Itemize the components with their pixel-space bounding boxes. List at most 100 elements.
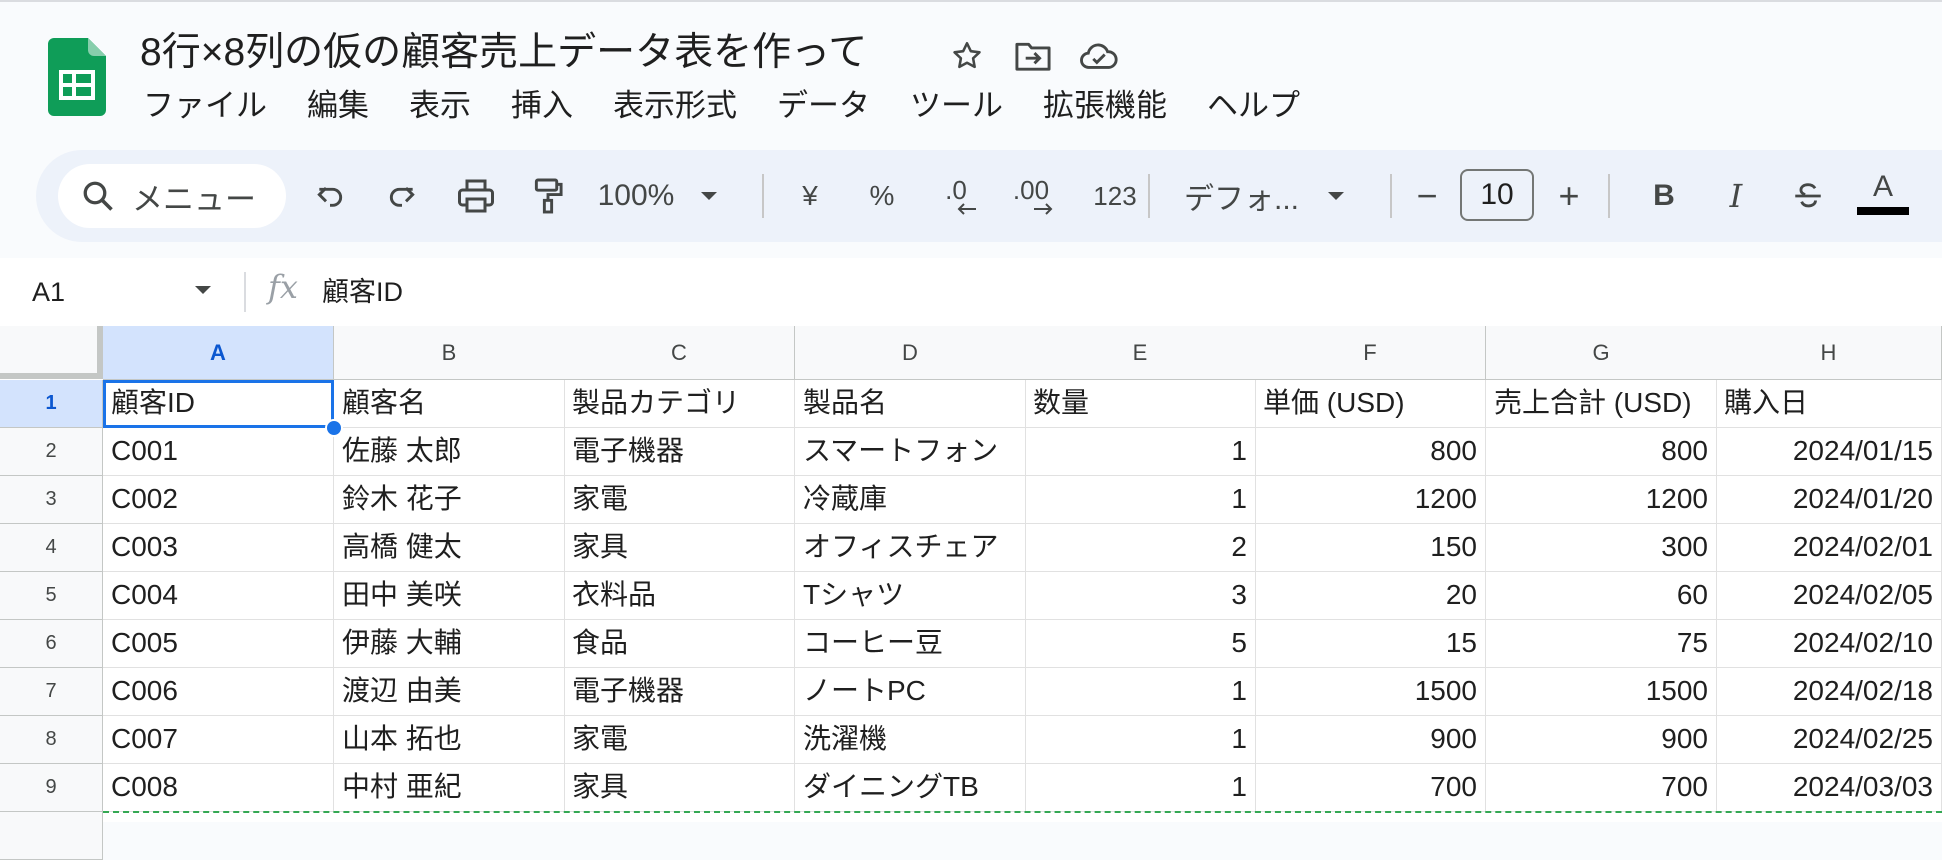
table-cell[interactable]: C006 xyxy=(103,668,334,716)
menu-insert[interactable]: 挿入 xyxy=(511,86,573,126)
table-cell[interactable]: 900 xyxy=(1486,716,1717,764)
table-cell[interactable]: 家電 xyxy=(564,476,795,524)
bold-button[interactable]: B xyxy=(1636,150,1692,242)
more-formats-button[interactable]: 123 xyxy=(1076,150,1154,242)
row-header-1[interactable]: 1 xyxy=(0,380,103,428)
table-cell[interactable]: 電子機器 xyxy=(564,668,795,716)
table-cell[interactable]: 1200 xyxy=(1255,476,1486,524)
table-cell[interactable]: ノートPC xyxy=(795,668,1026,716)
header-cell[interactable]: 購入日 xyxy=(1716,380,1942,428)
table-cell[interactable]: 2024/02/25 xyxy=(1716,716,1942,764)
cloud-saved-icon[interactable] xyxy=(1076,36,1122,76)
table-cell[interactable]: C004 xyxy=(103,572,334,620)
column-header-a[interactable]: A xyxy=(103,326,334,380)
column-header-h[interactable]: H xyxy=(1716,326,1942,380)
menu-edit[interactable]: 編集 xyxy=(307,86,369,126)
table-cell[interactable]: C005 xyxy=(103,620,334,668)
table-cell[interactable]: 800 xyxy=(1255,428,1486,476)
table-cell[interactable]: 60 xyxy=(1486,572,1717,620)
table-cell[interactable]: 電子機器 xyxy=(564,428,795,476)
table-cell[interactable]: 20 xyxy=(1255,572,1486,620)
column-header-f[interactable]: F xyxy=(1255,326,1486,380)
text-color-button[interactable]: A xyxy=(1848,150,1918,242)
undo-button[interactable] xyxy=(302,150,358,242)
decrease-decimal-button[interactable]: .0 xyxy=(926,150,986,242)
table-cell[interactable]: C003 xyxy=(103,524,334,572)
table-cell[interactable]: Tシャツ xyxy=(795,572,1026,620)
table-cell[interactable]: 家電 xyxy=(564,716,795,764)
column-header-e[interactable]: E xyxy=(1025,326,1256,380)
paint-format-button[interactable] xyxy=(520,150,576,242)
table-cell[interactable]: 伊藤 大輔 xyxy=(334,620,565,668)
table-cell[interactable]: 2024/02/01 xyxy=(1716,524,1942,572)
table-cell[interactable]: 佐藤 太郎 xyxy=(334,428,565,476)
increase-decimal-button[interactable]: .00 xyxy=(998,150,1064,242)
row-header-9[interactable]: 9 xyxy=(0,764,103,812)
redo-button[interactable] xyxy=(374,150,430,242)
menu-data[interactable]: データ xyxy=(777,86,870,126)
sheets-logo-icon[interactable] xyxy=(48,38,106,116)
table-cell[interactable]: 2024/02/05 xyxy=(1716,572,1942,620)
table-cell[interactable]: 1500 xyxy=(1255,668,1486,716)
table-cell[interactable]: 1 xyxy=(1025,764,1256,812)
table-cell[interactable]: 山本 拓也 xyxy=(334,716,565,764)
table-cell[interactable]: ダイニングTB xyxy=(795,764,1026,812)
print-button[interactable] xyxy=(446,150,506,242)
table-cell[interactable]: 冷蔵庫 xyxy=(795,476,1026,524)
font-size-input[interactable]: 10 xyxy=(1460,169,1534,221)
row-header-4[interactable]: 4 xyxy=(0,524,103,572)
table-cell[interactable]: C001 xyxy=(103,428,334,476)
zoom-select[interactable]: 100% xyxy=(588,150,728,242)
table-cell[interactable]: 衣料品 xyxy=(564,572,795,620)
table-cell[interactable]: 2024/03/03 xyxy=(1716,764,1942,812)
italic-button[interactable]: I xyxy=(1708,150,1764,242)
column-header-d[interactable]: D xyxy=(795,326,1026,380)
table-cell[interactable]: 300 xyxy=(1486,524,1717,572)
table-cell[interactable]: 家具 xyxy=(564,764,795,812)
table-cell[interactable]: 3 xyxy=(1025,572,1256,620)
table-cell[interactable]: 2024/02/10 xyxy=(1716,620,1942,668)
percent-format-button[interactable]: % xyxy=(854,150,910,242)
row-header-7[interactable]: 7 xyxy=(0,668,103,716)
table-cell[interactable]: 食品 xyxy=(564,620,795,668)
table-cell[interactable]: 1500 xyxy=(1486,668,1717,716)
move-folder-icon[interactable] xyxy=(1010,36,1056,76)
currency-format-button[interactable]: ¥ xyxy=(782,150,838,242)
font-select[interactable]: デフォ... xyxy=(1176,150,1396,242)
table-cell[interactable]: 1 xyxy=(1025,476,1256,524)
menu-file[interactable]: ファイル xyxy=(143,86,267,126)
table-cell[interactable]: 鈴木 花子 xyxy=(334,476,565,524)
table-cell[interactable]: 700 xyxy=(1486,764,1717,812)
row-header-6[interactable]: 6 xyxy=(0,620,103,668)
table-cell[interactable]: 中村 亜紀 xyxy=(334,764,565,812)
header-cell[interactable]: 数量 xyxy=(1025,380,1256,428)
header-cell[interactable]: 単価 (USD) xyxy=(1255,380,1486,428)
row-header-3[interactable]: 3 xyxy=(0,476,103,524)
table-cell[interactable]: 洗濯機 xyxy=(795,716,1026,764)
table-cell[interactable]: オフィスチェア xyxy=(795,524,1026,572)
table-cell[interactable]: C007 xyxy=(103,716,334,764)
table-cell[interactable]: コーヒー豆 xyxy=(795,620,1026,668)
table-cell[interactable]: 家具 xyxy=(564,524,795,572)
increase-font-size-button[interactable]: + xyxy=(1544,150,1594,242)
table-cell[interactable]: 800 xyxy=(1486,428,1717,476)
column-header-g[interactable]: G xyxy=(1486,326,1717,380)
table-cell[interactable]: スマートフォン xyxy=(795,428,1026,476)
row-header-2[interactable]: 2 xyxy=(0,428,103,476)
row-header-8[interactable]: 8 xyxy=(0,716,103,764)
row-header-next[interactable] xyxy=(0,812,103,860)
menu-help[interactable]: ヘルプ xyxy=(1207,86,1300,126)
star-icon[interactable] xyxy=(944,36,990,76)
fill-handle[interactable] xyxy=(325,419,343,437)
column-header-b[interactable]: B xyxy=(334,326,565,380)
menu-format[interactable]: 表示形式 xyxy=(613,86,737,126)
strikethrough-button[interactable] xyxy=(1780,150,1836,242)
header-cell[interactable]: 顧客名 xyxy=(334,380,565,428)
menu-view[interactable]: 表示 xyxy=(409,86,471,126)
table-cell[interactable]: 700 xyxy=(1255,764,1486,812)
name-box[interactable]: A1 xyxy=(32,272,65,312)
search-menus[interactable]: メニュー xyxy=(58,164,286,228)
table-cell[interactable]: 1 xyxy=(1025,716,1256,764)
table-cell[interactable]: 5 xyxy=(1025,620,1256,668)
table-cell[interactable]: 2024/01/20 xyxy=(1716,476,1942,524)
